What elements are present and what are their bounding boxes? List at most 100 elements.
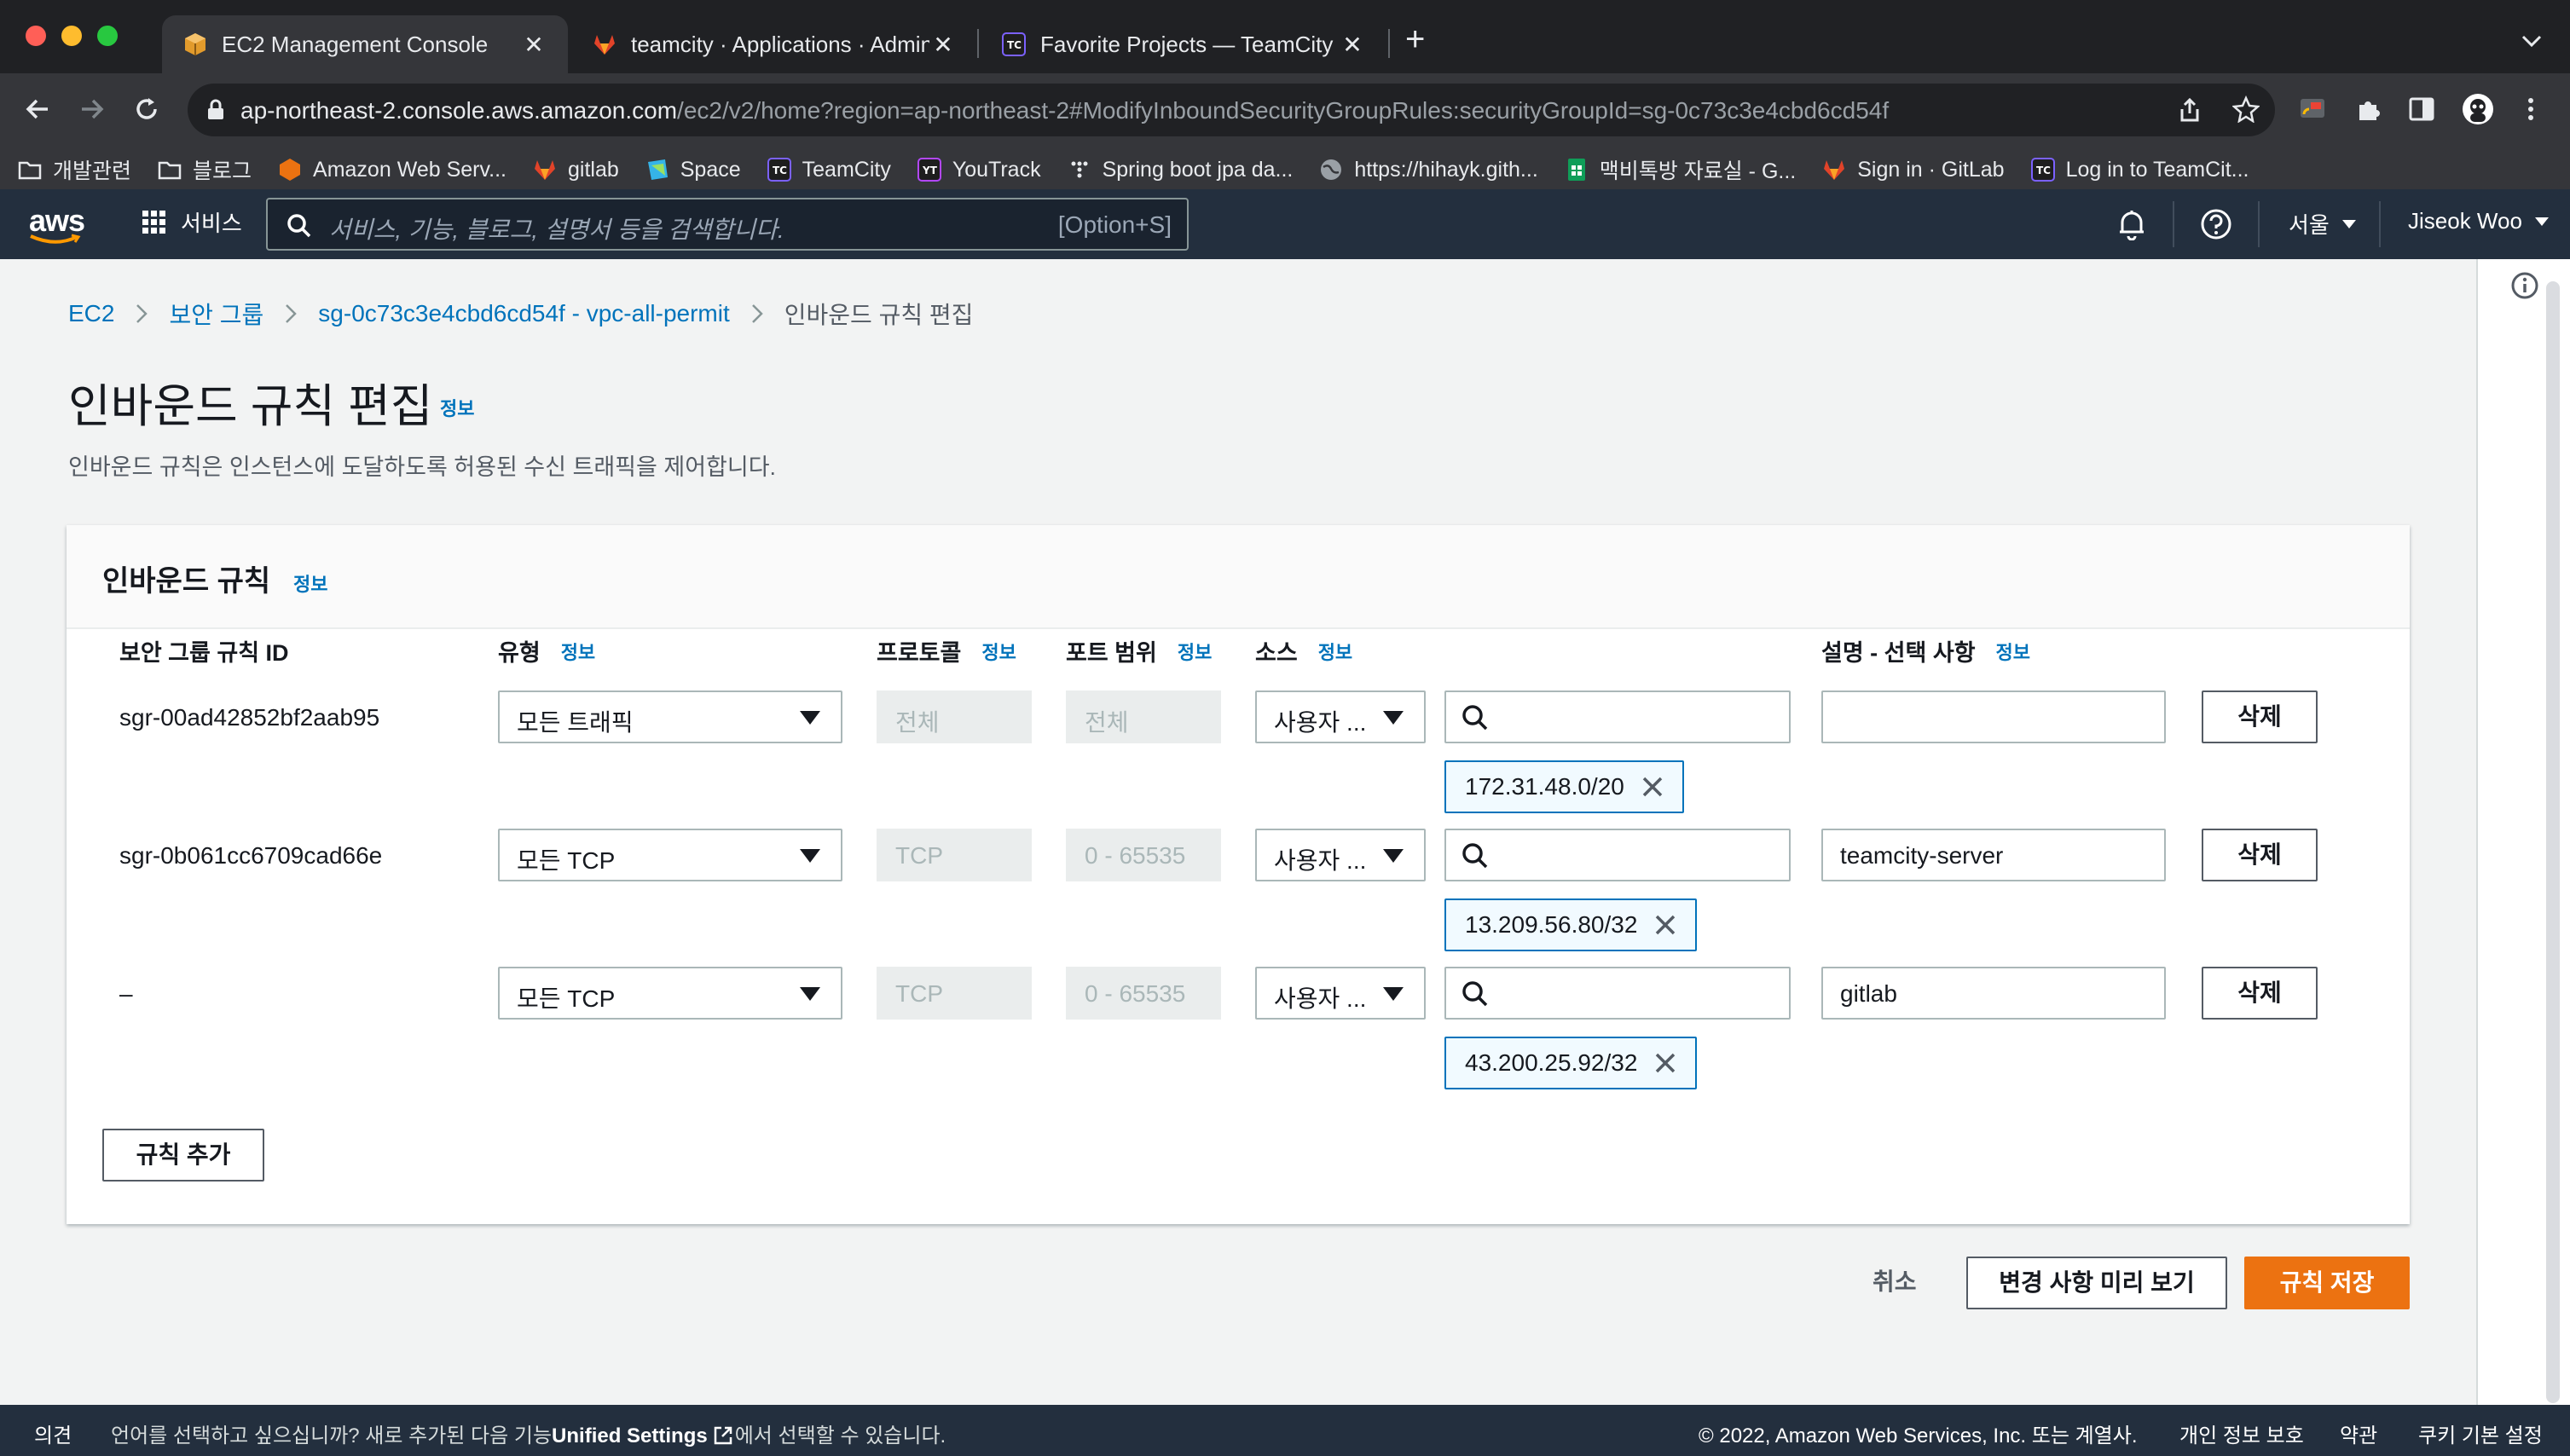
share-icon[interactable]: [2178, 97, 2202, 123]
panel-info-link[interactable]: 정보: [293, 569, 327, 597]
delete-rule-button[interactable]: 삭제: [2202, 967, 2318, 1020]
tab-close-icon[interactable]: ✕: [929, 31, 957, 59]
source-type-select[interactable]: 사용자 ...: [1255, 829, 1426, 881]
tab-close-icon[interactable]: ✕: [520, 31, 547, 59]
feedback-link[interactable]: 의견: [34, 1418, 72, 1448]
cancel-button[interactable]: 취소: [1873, 1263, 1917, 1297]
services-menu-button[interactable]: 서비스: [142, 206, 242, 238]
terms-link[interactable]: 약관: [2340, 1418, 2377, 1448]
sheets-icon: [1567, 159, 1585, 181]
help-icon[interactable]: [2200, 208, 2232, 240]
caret-down-icon: [800, 711, 820, 725]
account-menu[interactable]: Jiseok Woo: [2408, 208, 2550, 234]
language-notice: 언어를 선택하고 싶으십니까? 새로 추가된 다음 기능Unified Sett…: [111, 1418, 946, 1448]
bookmark-youtrack[interactable]: YT YouTrack: [917, 157, 1041, 182]
aws-logo[interactable]: aws: [29, 203, 85, 246]
bookmark-folder-dev[interactable]: 개발관련: [17, 154, 131, 185]
page-scrollbar[interactable]: [2546, 281, 2560, 1403]
back-button[interactable]: [19, 90, 56, 128]
breadcrumb-security-groups[interactable]: 보안 그룹: [169, 297, 263, 331]
source-type-select[interactable]: 사용자 ...: [1255, 690, 1426, 743]
region-selector[interactable]: 서울: [2289, 208, 2357, 240]
privacy-link[interactable]: 개인 정보 보호: [2179, 1418, 2304, 1448]
bookmark-space[interactable]: Space: [645, 157, 741, 182]
info-link[interactable]: 정보: [1178, 638, 1212, 665]
delete-rule-button[interactable]: 삭제: [2202, 829, 2318, 881]
remove-token-button[interactable]: [1641, 776, 1664, 798]
col-header-port-range: 포트 범위 정보: [1066, 634, 1212, 667]
grid-icon: [142, 210, 165, 234]
info-link[interactable]: 정보: [1318, 638, 1352, 665]
preview-changes-button[interactable]: 변경 사항 미리 보기: [1966, 1257, 2227, 1309]
browser-tab-teamcity[interactable]: TC Favorite Projects — TeamCity ✕: [981, 15, 1386, 73]
save-rules-button[interactable]: 규칙 저장: [2244, 1257, 2410, 1309]
close-icon: [1642, 777, 1663, 797]
bookmark-teamcity[interactable]: TC TeamCity: [767, 157, 891, 182]
address-bar[interactable]: ap-northeast-2.console.aws.amazon.com/ec…: [188, 84, 2275, 136]
description-input[interactable]: teamcity-server: [1821, 829, 2166, 881]
cookie-preferences-link[interactable]: 쿠키 기본 설정: [2418, 1418, 2543, 1448]
description-input[interactable]: gitlab: [1821, 967, 2166, 1020]
bookmark-teamcity-login[interactable]: TC Log in to TeamCit...: [2030, 157, 2249, 182]
info-icon[interactable]: [2510, 271, 2539, 300]
browser-tab-gitlab[interactable]: teamcity · Applications · Admin ✕: [571, 15, 977, 73]
source-type-value: 사용자 ...: [1274, 847, 1367, 874]
window-close-button[interactable]: [26, 26, 46, 46]
rule-id: sgr-00ad42852bf2aab95: [119, 704, 380, 731]
remove-token-button[interactable]: [1654, 1052, 1676, 1074]
remove-token-button[interactable]: [1654, 914, 1676, 936]
aws-search-input[interactable]: 서비스, 기능, 블로그, 설명서 등을 검색합니다. [Option+S]: [266, 198, 1189, 251]
delete-rule-button[interactable]: 삭제: [2202, 690, 2318, 743]
rule-id: –: [119, 980, 133, 1007]
profile-avatar[interactable]: [2459, 90, 2497, 128]
extensions-button[interactable]: [2350, 90, 2388, 128]
info-link[interactable]: 정보: [561, 638, 595, 665]
col-header-description: 설명 - 선택 사항 정보: [1821, 634, 2030, 667]
window-minimize-button[interactable]: [61, 26, 82, 46]
window-zoom-button[interactable]: [97, 26, 118, 46]
unified-settings-link[interactable]: Unified Settings: [552, 1424, 708, 1447]
type-value: 모든 트래픽: [517, 709, 634, 736]
space-icon: [647, 159, 668, 180]
forward-button[interactable]: [73, 90, 111, 128]
bookmark-aws[interactable]: Amazon Web Serv...: [277, 157, 506, 182]
tab-search-chevron-icon[interactable]: [2521, 34, 2543, 48]
browser-menu-button[interactable]: [2512, 90, 2550, 128]
side-panel-button[interactable]: [2403, 90, 2440, 128]
browser-tab-ec2[interactable]: EC2 Management Console ✕: [162, 15, 568, 73]
breadcrumb-security-group[interactable]: sg-0c73c3e4cbd6cd54f - vpc-all-permit: [318, 300, 729, 327]
add-rule-button[interactable]: 규칙 추가: [102, 1129, 264, 1182]
search-placeholder: 서비스, 기능, 블로그, 설명서 등을 검색합니다.: [329, 217, 784, 243]
cidr-token: 13.209.56.80/32: [1444, 898, 1698, 951]
bookmark-gitlab-signin[interactable]: Sign in · GitLab: [1821, 157, 2005, 182]
info-link[interactable]: 정보: [1996, 638, 2030, 665]
new-tab-button[interactable]: +: [1405, 20, 1425, 59]
bookmark-hihayk[interactable]: https://hihayk.gith...: [1318, 157, 1538, 182]
caret-down-icon: [2341, 219, 2356, 228]
extension-cast-button[interactable]: [2294, 90, 2331, 128]
tab-close-icon[interactable]: ✕: [1339, 31, 1366, 59]
cidr-search-input[interactable]: [1444, 967, 1791, 1020]
type-select[interactable]: 모든 트래픽: [498, 690, 842, 743]
aws-top-nav: aws 서비스 서비스, 기능, 블로그, 설명서 등을 검색합니다. [Opt…: [0, 189, 2570, 259]
bookmark-spring-jpa[interactable]: Spring boot jpa da...: [1067, 157, 1293, 182]
cidr-search-input[interactable]: [1444, 690, 1791, 743]
bookmark-gitlab[interactable]: gitlab: [532, 157, 619, 182]
reload-icon: [136, 98, 157, 119]
type-select[interactable]: 모든 TCP: [498, 829, 842, 881]
type-select[interactable]: 모든 TCP: [498, 967, 842, 1020]
bell-icon[interactable]: [2116, 208, 2147, 240]
source-type-select[interactable]: 사용자 ...: [1255, 967, 1426, 1020]
info-link[interactable]: 정보: [981, 638, 1016, 665]
bookmark-folder-blog[interactable]: 블로그: [157, 154, 252, 185]
url-path: /ec2/v2/home?region=ap-northeast-2#Modif…: [677, 97, 1890, 124]
reload-button[interactable]: [128, 90, 165, 128]
cidr-search-input[interactable]: [1444, 829, 1791, 881]
main-content: EC2 보안 그룹 sg-0c73c3e4cbd6cd54f - vpc-all…: [0, 259, 2476, 1405]
page-info-link[interactable]: 정보: [440, 394, 474, 421]
breadcrumb-ec2[interactable]: EC2: [68, 300, 114, 327]
copyright: © 2022, Amazon Web Services, Inc. 또는 계열사…: [1699, 1424, 2138, 1447]
description-input[interactable]: [1821, 690, 2166, 743]
bookmark-sheets[interactable]: 맥비톡방 자료실 - G...: [1564, 154, 1796, 185]
bookmark-star-icon[interactable]: [2232, 95, 2260, 123]
